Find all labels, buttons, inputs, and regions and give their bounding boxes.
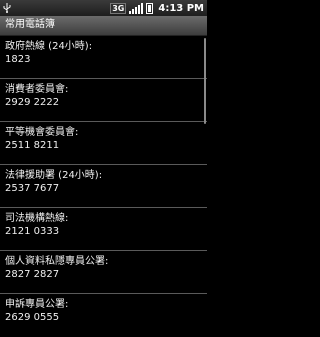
contact-phone: 2827 2827 — [5, 269, 60, 280]
list-item[interactable]: 消費者委員會: 2929 2222 — [0, 79, 207, 122]
contact-name: 個人資料私隱專員公署: — [5, 256, 109, 267]
signal-icon — [129, 2, 144, 14]
app-title: 常用電話簿 — [5, 19, 55, 30]
contact-name: 平等機會委員會: — [5, 127, 79, 138]
list-item[interactable]: 法律援助署 (24小時): 2537 7677 — [0, 165, 207, 208]
contact-phone: 2629 0555 — [5, 312, 60, 323]
contact-phone: 2121 0333 — [5, 226, 60, 237]
battery-icon — [146, 2, 154, 14]
contact-phone: 2537 7677 — [5, 183, 60, 194]
list-item[interactable]: 申訴專員公署: 2629 0555 — [0, 294, 207, 337]
contact-phone: 1823 — [5, 54, 31, 65]
contact-name: 政府熱線 (24小時): — [5, 41, 93, 52]
contact-phone: 2511 8211 — [5, 140, 60, 151]
list-item[interactable]: 平等機會委員會: 2511 8211 — [0, 122, 207, 165]
contact-name: 法律援助署 (24小時): — [5, 170, 103, 181]
status-bar: 3G 4:13 PM — [0, 0, 207, 16]
app-title-bar: 常用電話簿 — [0, 16, 207, 36]
contact-phone: 2929 2222 — [5, 97, 60, 108]
network-3g-icon: 3G — [110, 2, 127, 14]
list-item[interactable]: 司法機構熱線: 2121 0333 — [0, 208, 207, 251]
contact-name: 司法機構熱線: — [5, 213, 69, 224]
list-item[interactable]: 政府熱線 (24小時): 1823 — [0, 36, 207, 79]
status-time: 4:13 PM — [158, 2, 204, 14]
contact-name: 申訴專員公署: — [5, 299, 69, 310]
contact-name: 消費者委員會: — [5, 84, 69, 95]
scrollbar[interactable] — [204, 38, 206, 124]
list-item[interactable]: 個人資料私隱專員公署: 2827 2827 — [0, 251, 207, 294]
usb-icon — [3, 3, 11, 13]
